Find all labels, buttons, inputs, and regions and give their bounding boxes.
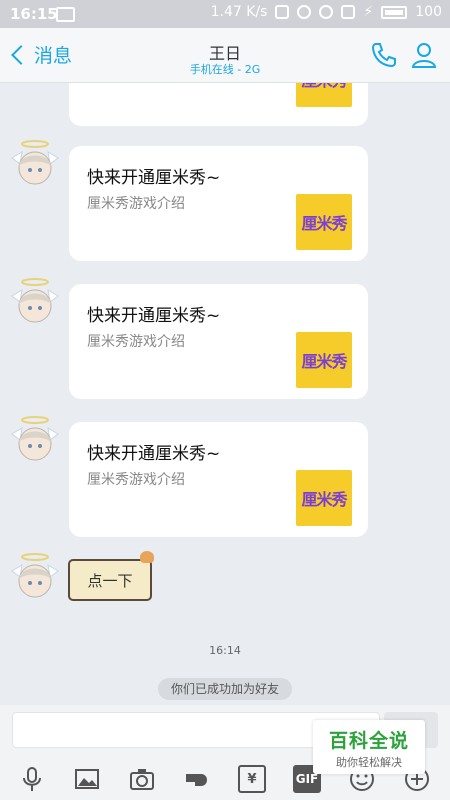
microphone-icon[interactable] — [18, 765, 46, 793]
cmshow-thumbnail: 厘米秀 — [296, 332, 352, 388]
chat-header: 消息 王日 手机在线 - 2G — [0, 28, 450, 83]
cat-icon — [140, 551, 154, 563]
gif-label: GIF — [295, 772, 319, 786]
money-symbol: ¥ — [247, 771, 257, 787]
sticker-text: 点一下 — [87, 571, 133, 590]
message-timestamp: 16:14 — [209, 644, 241, 657]
system-notice: 你们已成功加为好友 — [158, 678, 292, 700]
thumbnail-text: 厘米秀 — [301, 214, 347, 233]
notification-icon — [56, 7, 75, 22]
message-card[interactable]: 厘米秀 — [69, 83, 368, 126]
status-indicators: 1.47 K/s ⚡ 100 — [211, 4, 442, 20]
sticker-message[interactable]: 点一下 — [68, 551, 154, 601]
phone-icon[interactable] — [370, 41, 398, 69]
battery-level: 100 — [415, 4, 442, 20]
thumbnail-text: 厘米秀 — [301, 83, 347, 91]
signal-icon — [341, 5, 356, 19]
watermark-sub: 助你轻松解决 — [336, 756, 402, 769]
vibrate-icon — [275, 5, 290, 19]
card-subtitle: 厘米秀游戏介绍 — [87, 196, 185, 212]
card-subtitle: 厘米秀游戏介绍 — [87, 472, 185, 488]
message-list[interactable]: 厘米秀 快来开通厘米秀~ 厘米秀游戏介绍 厘米秀 — [0, 83, 450, 705]
card-title: 快来开通厘米秀~ — [87, 444, 221, 464]
thumbnail-text: 厘米秀 — [301, 352, 347, 371]
charging-icon: ⚡ — [363, 4, 374, 20]
cmshow-thumbnail: 厘米秀 — [296, 194, 352, 250]
network-speed: 1.47 K/s — [210, 4, 268, 20]
avatar[interactable] — [10, 414, 60, 468]
alarm-icon — [297, 5, 312, 19]
cmshow-thumbnail: 厘米秀 — [296, 83, 352, 107]
camera-icon[interactable] — [128, 765, 156, 793]
image-icon[interactable] — [73, 765, 101, 793]
cmshow-thumbnail: 厘米秀 — [296, 470, 352, 526]
watermark-main: 百科全说 — [328, 730, 409, 752]
message-card[interactable]: 快来开通厘米秀~ 厘米秀游戏介绍 厘米秀 — [69, 284, 368, 399]
avatar[interactable] — [10, 276, 60, 330]
poke-icon[interactable] — [183, 765, 211, 793]
card-subtitle: 厘米秀游戏介绍 — [87, 334, 185, 350]
card-title: 快来开通厘米秀~ — [87, 306, 221, 326]
watermark-logo: 百科全说 助你轻松解决 — [313, 720, 425, 774]
message-card[interactable]: 快来开通厘米秀~ 厘米秀游戏介绍 厘米秀 — [69, 146, 368, 261]
status-bar: 16:15 1.47 K/s ⚡ 100 — [0, 0, 450, 28]
message-card[interactable]: 快来开通厘米秀~ 厘米秀游戏介绍 厘米秀 — [69, 422, 368, 537]
card-title: 快来开通厘米秀~ — [87, 168, 221, 188]
red-packet-icon[interactable]: ¥ — [238, 765, 266, 793]
profile-icon[interactable] — [410, 41, 438, 69]
avatar[interactable] — [10, 551, 60, 605]
thumbnail-text: 厘米秀 — [301, 490, 347, 509]
wifi-icon — [319, 5, 334, 19]
battery-icon — [381, 5, 408, 19]
status-time: 16:15 — [10, 5, 58, 23]
avatar[interactable] — [10, 138, 60, 192]
